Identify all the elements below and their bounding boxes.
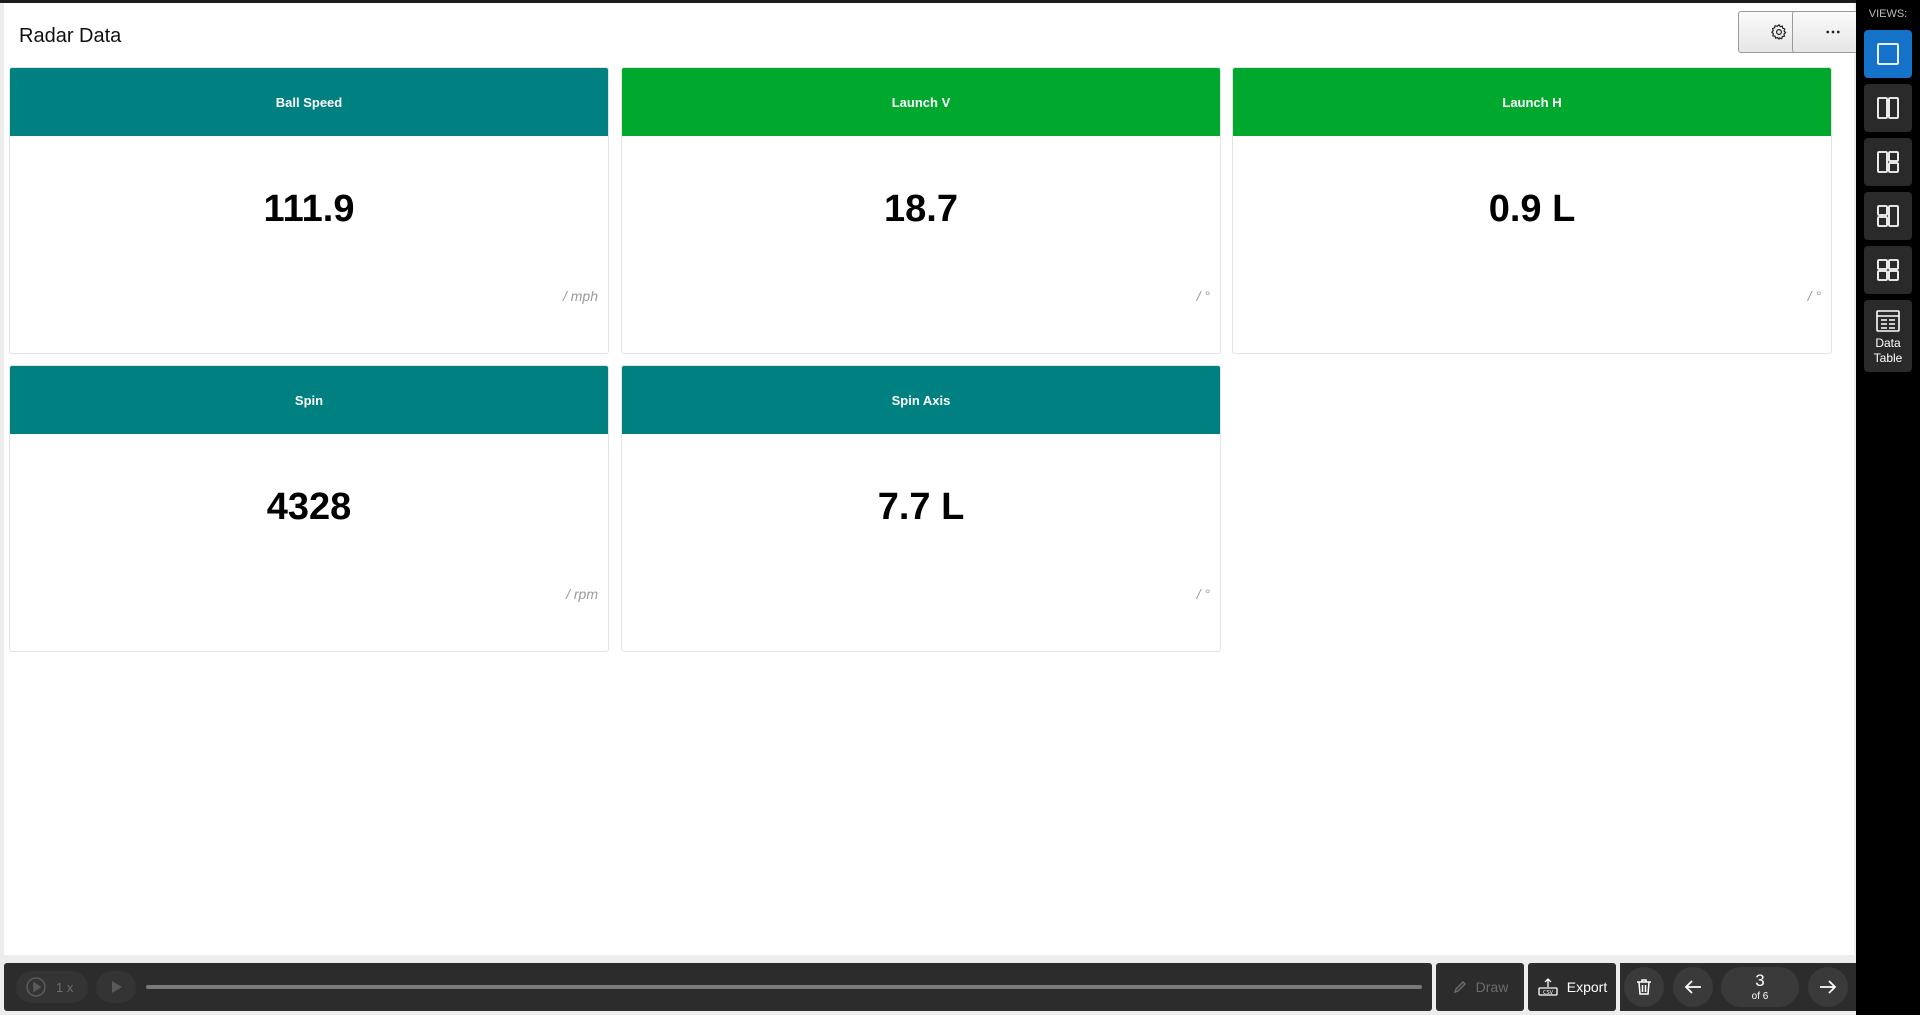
ellipsis-icon [1826, 30, 1840, 34]
draw-button[interactable]: Draw [1436, 963, 1524, 1011]
svg-text:CSV: CSV [1543, 990, 1554, 996]
split-left-layout-icon [1877, 151, 1899, 173]
card-header: Spin Axis [622, 366, 1220, 434]
card-header: Spin [10, 366, 608, 434]
data-table-label-line1: Data [1875, 336, 1901, 350]
views-label: VIEWS: [1868, 8, 1908, 20]
card-unit: / mph [562, 288, 598, 304]
page-title: Radar Data [19, 25, 122, 47]
pencil-icon [1453, 981, 1466, 994]
card-value: 0.9 L [1488, 188, 1576, 230]
previous-button[interactable] [1673, 967, 1713, 1007]
trash-icon [1637, 979, 1651, 995]
metric-card-spin: Spin 4328 / rpm [9, 365, 609, 652]
grid-layout-icon [1877, 259, 1899, 281]
page-current: 3 [1755, 970, 1765, 990]
single-layout-icon [1877, 43, 1899, 65]
card-value: 111.9 [263, 188, 355, 230]
card-header: Launch H [1233, 68, 1831, 136]
timeline-scrubber[interactable] [146, 985, 1422, 989]
draw-label: Draw [1475, 979, 1509, 995]
card-value: 18.7 [884, 188, 958, 230]
playback-speed-button[interactable]: 1 x [16, 971, 88, 1003]
view-split-left-button[interactable] [1864, 138, 1912, 186]
play-button[interactable] [96, 971, 136, 1003]
content-panel: Radar Data Ball Speed 111.9 / mph Launch… [4, 3, 1874, 955]
metric-card-launch-h: Launch H 0.9 L / ° [1232, 67, 1832, 354]
arrow-right-icon [1820, 980, 1837, 994]
card-value: 4328 [266, 486, 352, 528]
card-unit: / ° [1196, 288, 1210, 304]
view-data-table-button[interactable]: Data Table [1864, 300, 1912, 372]
arrow-left-icon [1684, 980, 1701, 994]
page-total: of 6 [1751, 990, 1769, 1002]
play-icon [112, 981, 122, 993]
gear-icon [1770, 24, 1787, 41]
data-table-label-line2: Table [1873, 351, 1903, 365]
metric-card-launch-v: Launch V 18.7 / ° [621, 67, 1221, 354]
views-sidebar: VIEWS: Data Table [1856, 0, 1920, 1015]
card-unit: / rpm [566, 586, 598, 602]
table-icon [1876, 310, 1900, 332]
card-value: 7.7 L [877, 486, 965, 528]
csv-export-icon: CSV [1538, 978, 1558, 996]
main-area: Radar Data Ball Speed 111.9 / mph Launch… [0, 0, 1874, 1015]
export-label: Export [1566, 979, 1608, 995]
metric-card-ball-speed: Ball Speed 111.9 / mph [9, 67, 609, 354]
split-right-layout-icon [1877, 205, 1899, 227]
metric-card-spin-axis: Spin Axis 7.7 L / ° [621, 365, 1221, 652]
delete-button[interactable] [1624, 967, 1664, 1007]
replay-icon [26, 977, 46, 997]
card-unit: / ° [1196, 586, 1210, 602]
card-unit: / ° [1807, 288, 1821, 304]
view-grid-button[interactable] [1864, 246, 1912, 294]
view-split-right-button[interactable] [1864, 192, 1912, 240]
next-button[interactable] [1808, 967, 1848, 1007]
card-header: Launch V [622, 68, 1220, 136]
view-single-button[interactable] [1864, 30, 1912, 78]
export-button[interactable]: CSV Export [1528, 963, 1616, 1011]
playback-bar: 1 x [4, 963, 1432, 1011]
view-two-column-button[interactable] [1864, 84, 1912, 132]
page-indicator: 3 of 6 [1721, 967, 1799, 1007]
speed-label: 1 x [56, 979, 74, 995]
two-column-layout-icon [1877, 97, 1899, 119]
card-header: Ball Speed [10, 68, 608, 136]
